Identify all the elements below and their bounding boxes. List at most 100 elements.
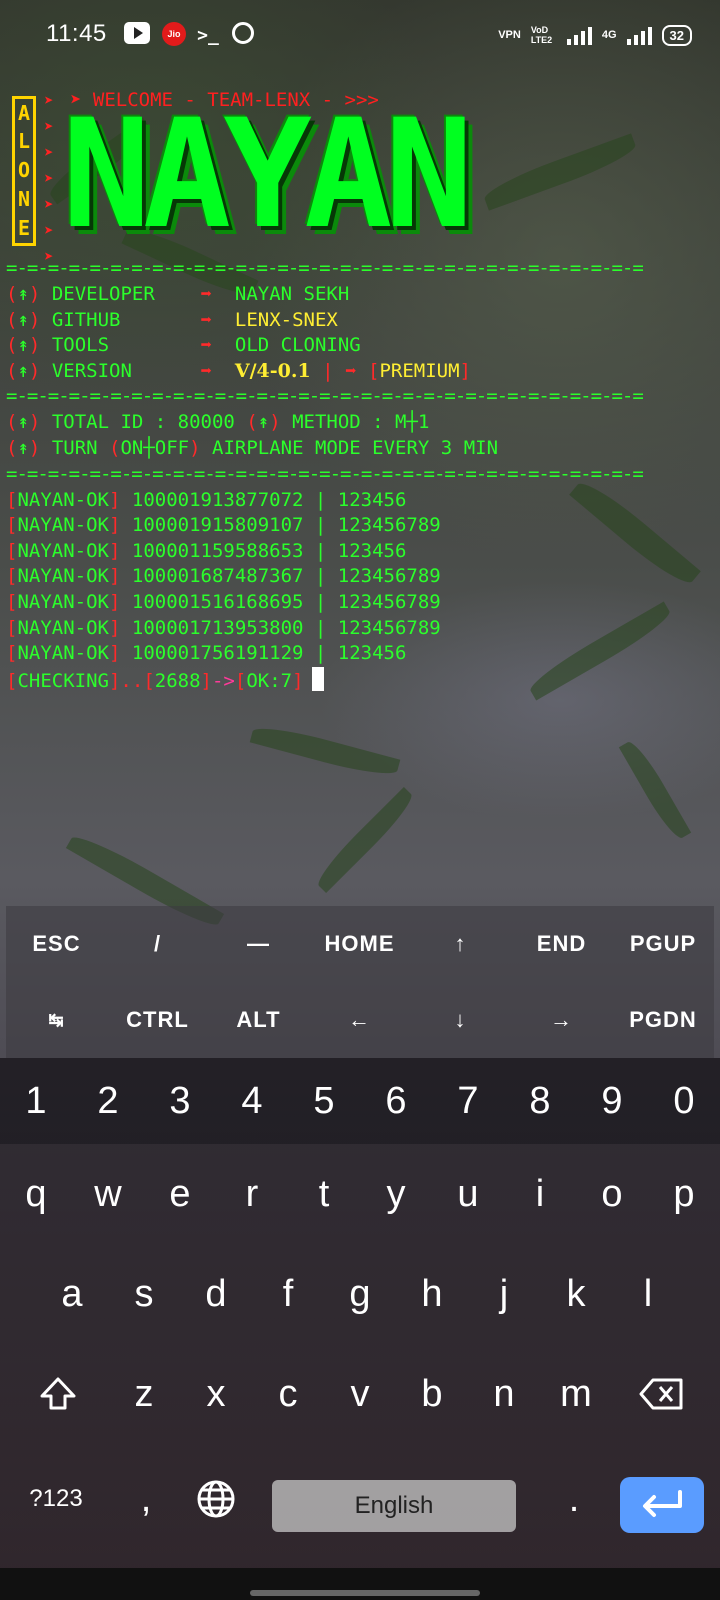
backspace-icon (639, 1378, 683, 1410)
comma-key[interactable]: , (110, 1444, 182, 1554)
key-p[interactable]: p (648, 1144, 720, 1244)
home-key[interactable]: HOME (309, 906, 410, 982)
pgup-key[interactable]: PGUP (612, 906, 714, 982)
key-r[interactable]: r (216, 1144, 288, 1244)
key-j[interactable]: j (468, 1244, 540, 1344)
key-x[interactable]: x (180, 1344, 252, 1444)
key-o[interactable]: o (576, 1144, 648, 1244)
key-g[interactable]: g (324, 1244, 396, 1344)
clock: 11:45 (46, 20, 107, 47)
end-key[interactable]: END (511, 906, 612, 982)
key-l[interactable]: l (612, 1244, 684, 1344)
key-1[interactable]: 1 (0, 1058, 72, 1144)
shift-key[interactable] (18, 1344, 98, 1444)
alt-key[interactable]: ALT (208, 982, 309, 1058)
youtube-icon (124, 22, 150, 44)
tab-key[interactable]: ↹ (6, 982, 107, 1058)
info-line-version: (↟) VERSION ➡ V/4-0.1 | ➡ [PREMIUM] (6, 359, 471, 382)
key-8[interactable]: 8 (504, 1058, 576, 1144)
key-a[interactable]: a (36, 1244, 108, 1344)
language-key[interactable] (180, 1444, 252, 1554)
battery-icon: 32 (661, 24, 692, 46)
symbols-key[interactable]: ?123 (14, 1444, 98, 1554)
key-i[interactable]: i (504, 1144, 576, 1244)
divider: =-=-=-=-=-=-=-=-=-=-=-=-=-=-=-=-=-=-=-=-… (6, 462, 646, 485)
letter-row-3: z x c v b n m (0, 1344, 720, 1444)
shift-icon (40, 1377, 76, 1410)
result-line: [NAYAN-OK] 100001913877072 | 123456 (6, 488, 407, 511)
key-e[interactable]: e (144, 1144, 216, 1244)
status-bar: 11:45 Jio >_ VPN VoD LTE2 4G 32 (0, 0, 720, 72)
key-9[interactable]: 9 (576, 1058, 648, 1144)
info-line-github: (↟) GITHUB ➡ LENX-SNEX (6, 308, 338, 331)
backspace-key[interactable] (622, 1344, 702, 1444)
key-z[interactable]: z (108, 1344, 180, 1444)
terminal-output[interactable]: A L O N E ➤ ➤ ➤ ➤ ➤ ➤ ➤ ➤ WELCOME - TEAM-LENX … (6, 88, 646, 692)
result-line: [NAYAN-OK] 100001516168695 | 123456789 (6, 590, 441, 613)
key-v[interactable]: v (324, 1344, 396, 1444)
key-s[interactable]: s (108, 1244, 180, 1344)
key-7[interactable]: 7 (432, 1058, 504, 1144)
ctrl-key[interactable]: CTRL (107, 982, 208, 1058)
key-u[interactable]: u (432, 1144, 504, 1244)
result-line: [NAYAN-OK] 100001159588653 | 123456 (6, 539, 407, 562)
down-arrow-key[interactable]: ↓ (410, 982, 511, 1058)
text-cursor (311, 666, 324, 691)
left-arrow-key[interactable]: ← (309, 982, 410, 1058)
info-line-tools: (↟) TOOLS ➡ OLD CLONING (6, 334, 361, 357)
letter-row-2: a s d f g h j k l (0, 1244, 720, 1344)
enter-key[interactable] (620, 1477, 704, 1533)
key-6[interactable]: 6 (360, 1058, 432, 1144)
right-arrow-key[interactable]: → (511, 982, 612, 1058)
hotspot-icon (232, 22, 254, 44)
key-k[interactable]: k (540, 1244, 612, 1344)
network-type: 4G (601, 29, 617, 41)
enter-icon (643, 1490, 682, 1517)
up-arrow-key[interactable]: ↑ (410, 906, 511, 982)
ascii-logo: NAYAN (62, 88, 473, 262)
key-b[interactable]: b (396, 1344, 468, 1444)
terminal-icon: >_ (197, 24, 219, 46)
spacebar[interactable]: English (272, 1480, 516, 1532)
key-h[interactable]: h (396, 1244, 468, 1344)
result-line: [NAYAN-OK] 100001687487367 | 123456789 (6, 565, 441, 588)
key-t[interactable]: t (288, 1144, 360, 1244)
alone-vertical-label: A L O N E (12, 96, 36, 246)
key-3[interactable]: 3 (144, 1058, 216, 1144)
key-y[interactable]: y (360, 1144, 432, 1244)
volte-icon: VoD LTE2 (530, 25, 553, 45)
vpn-icon: VPN (498, 29, 521, 41)
key-q[interactable]: q (0, 1144, 72, 1244)
result-line: [NAYAN-OK] 100001915809107 | 123456789 (6, 514, 441, 537)
key-f[interactable]: f (252, 1244, 324, 1344)
esc-key[interactable]: ESC (6, 906, 107, 982)
dash-key[interactable]: — (208, 906, 309, 982)
key-m[interactable]: m (540, 1344, 612, 1444)
key-5[interactable]: 5 (288, 1058, 360, 1144)
info-line-developer: (↟) DEVELOPER ➡ NAYAN SEKH (6, 283, 350, 305)
checking-progress-line: [CHECKING]..[2688]->[OK:7] (6, 666, 646, 693)
gesture-handle[interactable] (250, 1590, 480, 1596)
slash-key[interactable]: / (107, 906, 208, 982)
signal-icon (566, 25, 592, 45)
key-w[interactable]: w (72, 1144, 144, 1244)
airplane-line: (↟) TURN (ON┼OFF) AIRPLANE MODE EVERY 3 … (6, 436, 499, 459)
number-row: 1 2 3 4 5 6 7 8 9 0 (0, 1058, 720, 1144)
pgdn-key[interactable]: PGDN (612, 982, 714, 1058)
globe-icon (197, 1480, 235, 1518)
result-line: [NAYAN-OK] 100001713953800 | 123456789 (6, 616, 441, 639)
key-2[interactable]: 2 (72, 1058, 144, 1144)
banner-arrows: ➤ ➤ ➤ ➤ ➤ ➤ ➤ (44, 91, 54, 266)
divider: =-=-=-=-=-=-=-=-=-=-=-=-=-=-=-=-=-=-=-=-… (6, 385, 646, 408)
key-4[interactable]: 4 (216, 1058, 288, 1144)
key-c[interactable]: c (252, 1344, 324, 1444)
result-line: [NAYAN-OK] 100001756191129 | 123456 (6, 642, 407, 665)
key-d[interactable]: d (180, 1244, 252, 1344)
total-id-line: (↟) TOTAL ID : 80000 (↟) METHOD : M┼1 (6, 411, 430, 434)
signal-icon-2 (626, 25, 652, 45)
jio-icon: Jio (162, 22, 186, 46)
key-0[interactable]: 0 (648, 1058, 720, 1144)
key-n[interactable]: n (468, 1344, 540, 1444)
period-key[interactable]: . (538, 1444, 610, 1554)
banner: A L O N E ➤ ➤ ➤ ➤ ➤ ➤ ➤ ➤ WELCOME - TEAM-LENX … (6, 88, 646, 266)
